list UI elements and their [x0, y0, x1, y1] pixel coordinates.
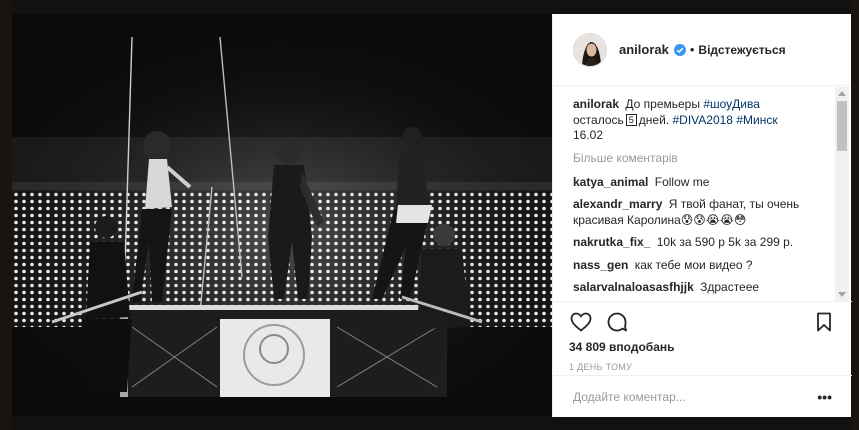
comments-scrollbar[interactable] [835, 87, 849, 301]
backdrop-left [0, 0, 12, 430]
comment-text: 10k за 590 р 5k за 299 р. [656, 235, 794, 249]
comment-username[interactable]: nass_gen [573, 258, 628, 272]
post-photo[interactable] [12, 37, 552, 397]
comment-username[interactable]: alexandr_marry [573, 197, 662, 211]
post-caption: anilorak До премьеры #шоуДива осталось 5 д… [573, 97, 832, 144]
comment-text: Follow me [654, 174, 710, 189]
comment-input[interactable] [573, 389, 818, 404]
comment-username[interactable]: nakrutka_fix_ [573, 235, 650, 249]
bookmark-icon[interactable] [812, 310, 836, 334]
caption-text-1: До премьеры [625, 97, 700, 111]
caption-text-3: дней. [638, 112, 670, 127]
backdrop-bottom [0, 416, 859, 430]
keycap-number: 5 [625, 113, 637, 126]
comment-item: alexandr_marry Я твой фанат, ты очень кр… [573, 197, 832, 228]
caption-date: 16.02 [573, 128, 604, 142]
post-timestamp[interactable]: 1 ДЕНЬ ТОМУ [569, 362, 836, 372]
comment-item: nakrutka_fix_ 10k за 590 р 5k за 299 р. [573, 235, 832, 251]
comment-text: как тебе мои видео ? [634, 257, 753, 272]
load-more-comments-button[interactable]: Більше коментарів [573, 151, 832, 165]
likes-count[interactable]: 34 809 вподобань [569, 340, 836, 354]
action-icons-row [569, 302, 836, 342]
heart-icon[interactable] [569, 310, 593, 334]
separator-dot: • [689, 42, 695, 57]
more-options-icon[interactable]: ••• [817, 389, 832, 405]
scrollbar-thumb[interactable] [837, 101, 847, 151]
comment-item: katya_animal Follow me [573, 175, 832, 191]
scroll-up-arrow[interactable] [838, 91, 846, 96]
comment-username[interactable]: katya_animal [573, 175, 648, 189]
avatar[interactable] [573, 32, 607, 67]
caption-username[interactable]: anilorak [573, 97, 619, 111]
comment-bubble-icon[interactable] [605, 310, 629, 334]
post-author-username[interactable]: anilorak [619, 42, 669, 57]
following-button[interactable]: Відстежується [698, 43, 785, 57]
hashtag-link[interactable]: #шоуДива [703, 97, 760, 111]
caption-text-2: осталось [573, 112, 624, 127]
backdrop-right [851, 0, 859, 430]
comments-list[interactable]: anilorak До премьеры #шоуДива осталось 5 д… [553, 87, 852, 301]
comment-username[interactable]: salarvalnaloasasfhjjk [573, 280, 694, 294]
post-side-panel: anilorak • Відстежується anilorak До пре… [552, 14, 852, 417]
comment-item: nass_gen как тебе мои видео ? [573, 258, 832, 274]
verified-badge-icon [673, 43, 686, 56]
add-comment-bar: ••• [553, 375, 852, 417]
post-header: anilorak • Відстежується [553, 14, 851, 86]
hashtag-link[interactable]: #Минск [736, 113, 777, 127]
scroll-down-arrow[interactable] [838, 292, 846, 297]
hashtag-link[interactable]: #DIVA2018 [672, 113, 733, 127]
comment-item: salarvalnaloasasfhjjk Здрастеее [573, 280, 832, 296]
comment-text: Здрастеее [700, 280, 760, 294]
backdrop-top [0, 0, 859, 14]
